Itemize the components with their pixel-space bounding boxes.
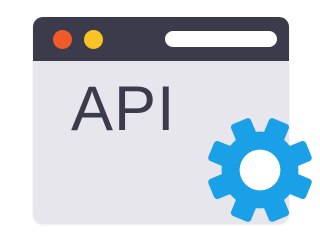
minimize-dot-icon xyxy=(84,30,103,49)
gear-icon xyxy=(208,118,312,222)
api-label: API xyxy=(71,74,176,144)
address-bar xyxy=(165,31,277,47)
window-title-bar xyxy=(33,17,289,61)
close-dot-icon xyxy=(53,30,72,49)
